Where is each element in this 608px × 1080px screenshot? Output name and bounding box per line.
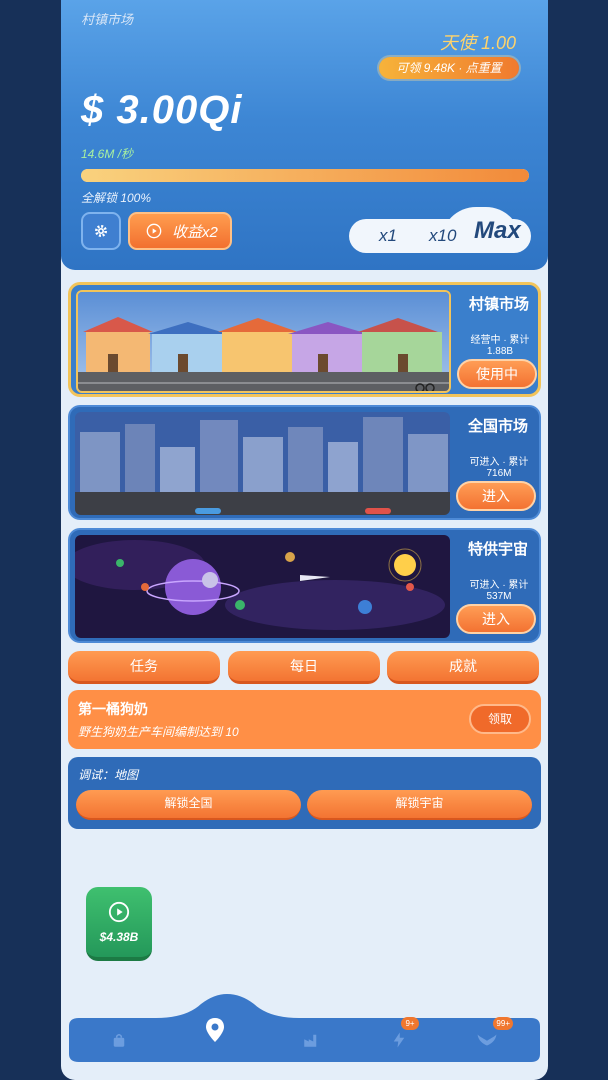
reset-claim-button[interactable]: 可领 9.48K · 点重置 [379, 57, 519, 79]
shopping-bag-icon [113, 1034, 125, 1047]
money-total: $ 3.00Qi [81, 88, 243, 132]
market-enter-button[interactable]: 进入 [456, 481, 536, 511]
market-name: 特供宇宙 [467, 541, 528, 558]
unlock-universe-button[interactable]: 解锁宇宙 [307, 790, 532, 820]
double-earnings-button[interactable]: 收益x2 [128, 212, 232, 250]
header-panel: 村镇市场 天使 1.00 可领 9.48K · 点重置 $ 3.00Qi 14.… [61, 0, 548, 270]
bottom-nav: 9+ 99+ [61, 992, 548, 1080]
lightning-icon [393, 1032, 405, 1048]
play-circle-icon [146, 223, 162, 239]
task-description: 野生狗奶生产车间编制达到 10 [78, 725, 239, 739]
village-market-scene [76, 290, 451, 393]
space-market-scene [75, 535, 450, 638]
map-pin-icon [206, 1018, 224, 1042]
income-rate: 14.6M /秒 [81, 147, 134, 161]
nav-boost[interactable]: 9+ [379, 1017, 419, 1060]
nav-map[interactable] [195, 1010, 235, 1050]
unlock-progress-bar [81, 169, 529, 182]
gear-icon [95, 225, 107, 237]
nav-shop[interactable] [99, 1020, 139, 1060]
debug-title: 调试：地图 [78, 768, 139, 782]
ad-reward-value: $4.38B [99, 930, 139, 944]
tab-achievements[interactable]: 成就 [387, 651, 539, 684]
watch-ad-reward-button[interactable]: $4.38B [86, 887, 152, 961]
market-status: 可进入 · 累计 716M [469, 457, 529, 479]
multiplier-max[interactable]: Max [474, 217, 521, 245]
angel-multiplier: 天使 1.00 [439, 33, 516, 53]
buy-multiplier-selector: x1 x10 Max [349, 205, 531, 255]
task-title: 第一桶狗奶 [78, 701, 148, 717]
play-circle-icon [108, 901, 130, 923]
tab-tasks[interactable]: 任务 [68, 651, 220, 684]
market-card-national[interactable]: 全国市场 可进入 · 累计 716M 进入 [68, 405, 541, 520]
market-card-village[interactable]: 村镇市场 经营中 · 累计 1.88B 使用中 [68, 282, 541, 397]
city-market-scene [75, 412, 450, 515]
task-card: 第一桶狗奶 野生狗奶生产车间编制达到 10 领取 [68, 690, 541, 749]
multiplier-x1[interactable]: x1 [379, 226, 397, 246]
current-market-title: 村镇市场 [81, 12, 134, 27]
market-status: 经营中 · 累计 1.88B [470, 335, 530, 357]
debug-panel: 调试：地图 解锁全国 解锁宇宙 [68, 757, 541, 829]
market-card-universe[interactable]: 特供宇宙 可进入 · 累计 537M 进入 [68, 528, 541, 643]
unlock-national-button[interactable]: 解锁全国 [76, 790, 301, 820]
market-enter-button[interactable]: 进入 [456, 604, 536, 634]
claim-button[interactable]: 领取 [469, 704, 531, 734]
tab-daily[interactable]: 每日 [228, 651, 380, 684]
angel-wings-icon [477, 1034, 497, 1046]
market-in-use-button[interactable]: 使用中 [457, 359, 537, 389]
unlock-percentage: 全解锁 100% [81, 191, 152, 205]
game-screen: 村镇市场 天使 1.00 可领 9.48K · 点重置 $ 3.00Qi 14.… [61, 0, 548, 1080]
market-status: 可进入 · 累计 537M [469, 580, 529, 602]
notification-badge: 9+ [401, 1017, 419, 1030]
settings-button[interactable] [81, 212, 121, 250]
nav-angel[interactable]: 99+ [467, 1017, 513, 1060]
notification-badge: 99+ [493, 1017, 513, 1030]
market-name: 全国市场 [467, 418, 528, 435]
double-earnings-label: 收益x2 [172, 223, 218, 241]
market-name: 村镇市场 [468, 296, 529, 313]
unlock-progress-fill [81, 169, 529, 182]
nav-factory[interactable] [291, 1020, 331, 1060]
multiplier-x10[interactable]: x10 [429, 226, 456, 246]
factory-icon [304, 1034, 317, 1047]
